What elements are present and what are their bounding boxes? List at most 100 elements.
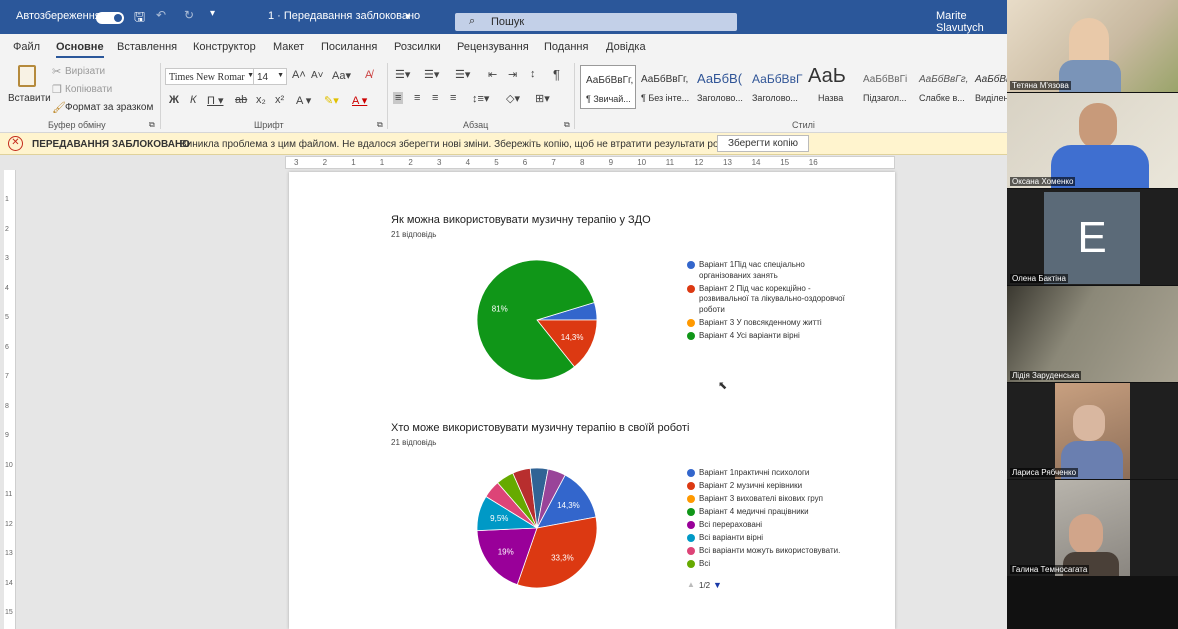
- multilevel-list-icon[interactable]: ☰▾: [455, 68, 470, 81]
- font-color-icon[interactable]: A ▾: [352, 94, 367, 107]
- font-name-select[interactable]: Times New Romar ▼: [165, 68, 257, 85]
- pie-value-label: 19%: [498, 547, 514, 556]
- style-heading-1[interactable]: АаБбВ( Заголово...: [694, 65, 748, 109]
- save-icon[interactable]: 🖫: [134, 8, 145, 30]
- clear-formatting-icon[interactable]: A̸: [365, 69, 372, 81]
- legend-next-icon[interactable]: ▼: [713, 580, 722, 590]
- tab-help[interactable]: Довідка: [606, 41, 646, 53]
- ruler-tick-label: 7: [551, 158, 556, 167]
- sort-icon[interactable]: ↕: [530, 68, 536, 80]
- align-right-icon[interactable]: ≡: [432, 92, 438, 104]
- search-box[interactable]: ⌕ Пошук: [455, 13, 737, 31]
- user-name[interactable]: Marite Slavutych: [936, 10, 1007, 34]
- increase-indent-icon[interactable]: ⇥: [508, 68, 517, 81]
- ruler-tick-label: 11: [5, 491, 13, 498]
- participant-tile[interactable]: Лідія Заруденська: [1007, 286, 1178, 382]
- tab-home[interactable]: Основне: [56, 41, 104, 58]
- video-panel: Тетяна М'язова Оксана Хоменко E Олена Ба…: [1007, 0, 1178, 629]
- underline-icon[interactable]: П ▾: [207, 94, 223, 107]
- dialog-launcher-icon[interactable]: ⧉: [564, 120, 570, 130]
- ruler-tick-label: 10: [5, 461, 13, 469]
- line-spacing-icon[interactable]: ↕≡▾: [472, 92, 489, 105]
- participant-tile[interactable]: Оксана Хоменко: [1007, 93, 1178, 188]
- chevron-down-icon[interactable]: ▼: [404, 12, 412, 21]
- title-bar: Автозбереження 🖫 ↶ ↻ ▾ 1 · Передавання з…: [0, 0, 1007, 34]
- format-painter-icon[interactable]: 🖌: [52, 101, 66, 114]
- style-normal[interactable]: АаБбВвГг, ¶ Звичай...: [580, 65, 636, 109]
- style-title[interactable]: АаЬ Назва: [806, 65, 858, 109]
- align-center-icon[interactable]: ≡: [414, 92, 420, 104]
- numbering-icon[interactable]: ☰▾: [424, 68, 439, 81]
- tab-references[interactable]: Посилання: [321, 41, 377, 53]
- font-size-select[interactable]: 14 ▼: [253, 68, 287, 85]
- vertical-ruler[interactable]: 1 2 3 4 5 6 7 8 9 10 11 12 13 14 15: [4, 170, 16, 629]
- chart-2-title: Хто може використовувати музичну терапію…: [391, 422, 690, 434]
- paste-button[interactable]: Вставити: [6, 63, 51, 111]
- style-subtle-emphasis[interactable]: АаБбВвГг, Слабке в...: [917, 65, 971, 109]
- participant-video: [1055, 383, 1130, 479]
- ruler-tick-label: 10: [637, 158, 647, 167]
- style-subtitle[interactable]: АаБбВвГі Підзагол...: [861, 65, 915, 109]
- tab-mailings[interactable]: Розсилки: [394, 41, 441, 53]
- format-painter-button[interactable]: Формат за зразком: [65, 102, 153, 113]
- participant-tile[interactable]: Тетяна М'язова: [1007, 0, 1178, 92]
- dialog-launcher-icon[interactable]: ⧉: [377, 120, 383, 130]
- text-effects-icon[interactable]: A ▾: [296, 94, 311, 107]
- horizontal-ruler[interactable]: 3 2 1 1 2 3 4 5 6 7 8 9 10 11 12 13 14 15 16: [285, 156, 895, 169]
- cut-button[interactable]: Вирізати: [65, 66, 105, 77]
- tab-file[interactable]: Файл: [13, 41, 40, 53]
- highlight-icon[interactable]: ✎▾: [324, 94, 339, 107]
- participant-name: Олена Бактіна: [1010, 274, 1068, 283]
- align-left-icon[interactable]: ≡: [393, 92, 404, 104]
- style-name: Заголово...: [752, 93, 798, 103]
- style-emphasis[interactable]: АаБбВв Виділен...: [973, 65, 1007, 109]
- bold-icon[interactable]: Ж: [169, 94, 179, 106]
- style-preview: АаБбВвГ: [752, 72, 803, 86]
- mouse-cursor-icon: ⬉: [718, 380, 728, 392]
- participant-tile[interactable]: E Олена Бактіна: [1007, 189, 1178, 285]
- style-no-spacing[interactable]: АаБбВвГг, ¶ Без інте...: [638, 65, 692, 109]
- participant-tile[interactable]: Лариса Рябченко: [1007, 383, 1178, 479]
- italic-icon[interactable]: К: [190, 94, 196, 106]
- shading-icon[interactable]: ◇▾: [506, 92, 520, 105]
- tab-insert[interactable]: Вставлення: [117, 41, 177, 53]
- grow-font-icon[interactable]: A˄: [292, 69, 306, 81]
- save-copy-button[interactable]: Зберегти копію: [717, 135, 809, 152]
- superscript-icon[interactable]: x²: [275, 94, 284, 106]
- autosave-toggle[interactable]: [96, 12, 124, 24]
- style-preview: АаБбВв: [975, 74, 1007, 85]
- style-name: ¶ Без інте...: [641, 93, 690, 103]
- decrease-indent-icon[interactable]: ⇤: [488, 68, 497, 81]
- undo-icon[interactable]: ↶: [156, 8, 166, 22]
- copy-icon[interactable]: ❐: [52, 83, 62, 96]
- error-icon: ✕: [8, 136, 23, 151]
- pie-chart-2: 14,3% 33,3% 19% 9,5%: [476, 467, 598, 589]
- justify-icon[interactable]: ≡: [450, 92, 456, 104]
- scissors-icon[interactable]: ✂: [52, 65, 61, 78]
- legend-page: 1/2: [699, 581, 711, 590]
- borders-icon[interactable]: ⊞▾: [535, 92, 550, 105]
- legend-label: Варіант 2 музичні керівники: [699, 481, 803, 490]
- shrink-font-icon[interactable]: A˅: [311, 70, 324, 81]
- dialog-launcher-icon[interactable]: ⧉: [149, 120, 155, 130]
- style-preview: АаЬ: [808, 65, 846, 87]
- tab-view[interactable]: Подання: [544, 41, 588, 53]
- tab-review[interactable]: Рецензування: [457, 41, 529, 53]
- style-heading-2[interactable]: АаБбВвГ Заголово...: [749, 65, 803, 109]
- copy-button[interactable]: Копіювати: [65, 84, 112, 95]
- participant-tile[interactable]: Галина Темносагата: [1007, 480, 1178, 576]
- ruler-tick-label: 13: [5, 550, 13, 557]
- legend-prev-icon[interactable]: ▲: [687, 580, 695, 589]
- ruler-tick-label: 5: [5, 314, 9, 321]
- customize-qat-icon[interactable]: ▾: [210, 8, 215, 19]
- strikethrough-icon[interactable]: ab: [235, 94, 247, 106]
- bullets-icon[interactable]: ☰▾: [395, 68, 410, 81]
- tab-layout[interactable]: Макет: [273, 41, 304, 53]
- legend-swatch: [687, 521, 695, 529]
- change-case-icon[interactable]: Aa▾: [332, 69, 351, 82]
- tab-design[interactable]: Конструктор: [193, 41, 256, 53]
- pilcrow-icon[interactable]: ¶: [553, 67, 560, 82]
- subscript-icon[interactable]: x₂: [256, 94, 266, 106]
- document-page[interactable]: Як можна використовувати музичну терапію…: [289, 172, 895, 629]
- redo-icon[interactable]: ↻: [184, 8, 194, 22]
